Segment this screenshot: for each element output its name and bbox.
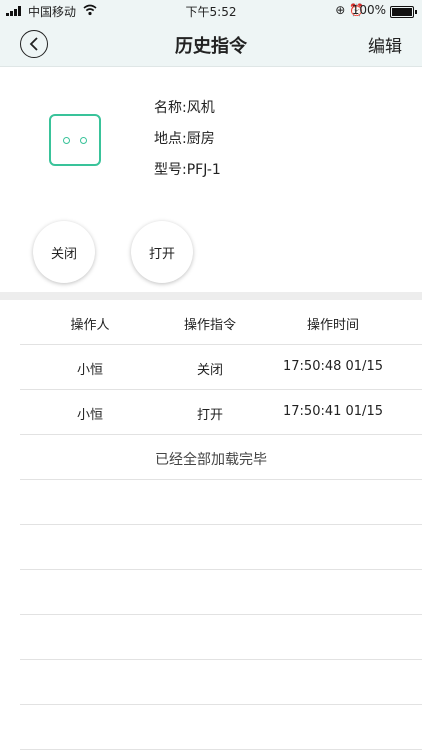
header-operator: 操作人 — [70, 318, 110, 333]
open-command-button[interactable]: 打开 — [131, 221, 193, 283]
device-name: 名称:风机 — [154, 100, 215, 116]
nav-bar: 历史指令 编辑 — [0, 22, 422, 67]
empty-row — [20, 525, 422, 570]
battery-percent: 100% — [351, 3, 386, 17]
battery-icon — [390, 6, 417, 18]
section-divider — [0, 292, 422, 300]
header-time: 操作时间 — [306, 318, 359, 333]
empty-row — [20, 570, 422, 615]
row-time: 17:50:41 01/15 — [283, 404, 383, 419]
row-operator: 小恒 — [76, 408, 103, 423]
fan-device-icon — [49, 114, 101, 166]
row-time: 17:50:48 01/15 — [283, 359, 383, 374]
edit-button[interactable]: 编辑 — [368, 32, 402, 57]
load-complete-text: 已经全部加载完毕 — [155, 452, 267, 468]
table-row[interactable]: 小恒 打开 17:50:41 01/15 — [20, 390, 422, 435]
status-bar: 中国移动 下午5:52 ⊕ ⏰ 100% — [0, 0, 422, 22]
empty-row — [20, 480, 422, 525]
row-command: 打开 — [196, 408, 223, 423]
device-location: 地点:厨房 — [154, 131, 215, 147]
close-command-button[interactable]: 关闭 — [33, 221, 95, 283]
table-header-row: 操作人 操作指令 操作时间 — [20, 300, 422, 345]
empty-row — [20, 660, 422, 705]
empty-row — [20, 705, 422, 750]
header-command: 操作指令 — [183, 318, 236, 333]
history-table: 操作人 操作指令 操作时间 小恒 关闭 17:50:48 01/15 小恒 打开… — [20, 300, 422, 750]
load-complete-row: 已经全部加载完毕 — [20, 435, 422, 480]
row-operator: 小恒 — [76, 363, 103, 378]
table-row[interactable]: 小恒 关闭 17:50:48 01/15 — [20, 345, 422, 390]
row-command: 关闭 — [196, 363, 223, 378]
page-title: 历史指令 — [175, 36, 247, 57]
device-model: 型号:PFJ-1 — [154, 162, 221, 178]
empty-row — [20, 615, 422, 660]
